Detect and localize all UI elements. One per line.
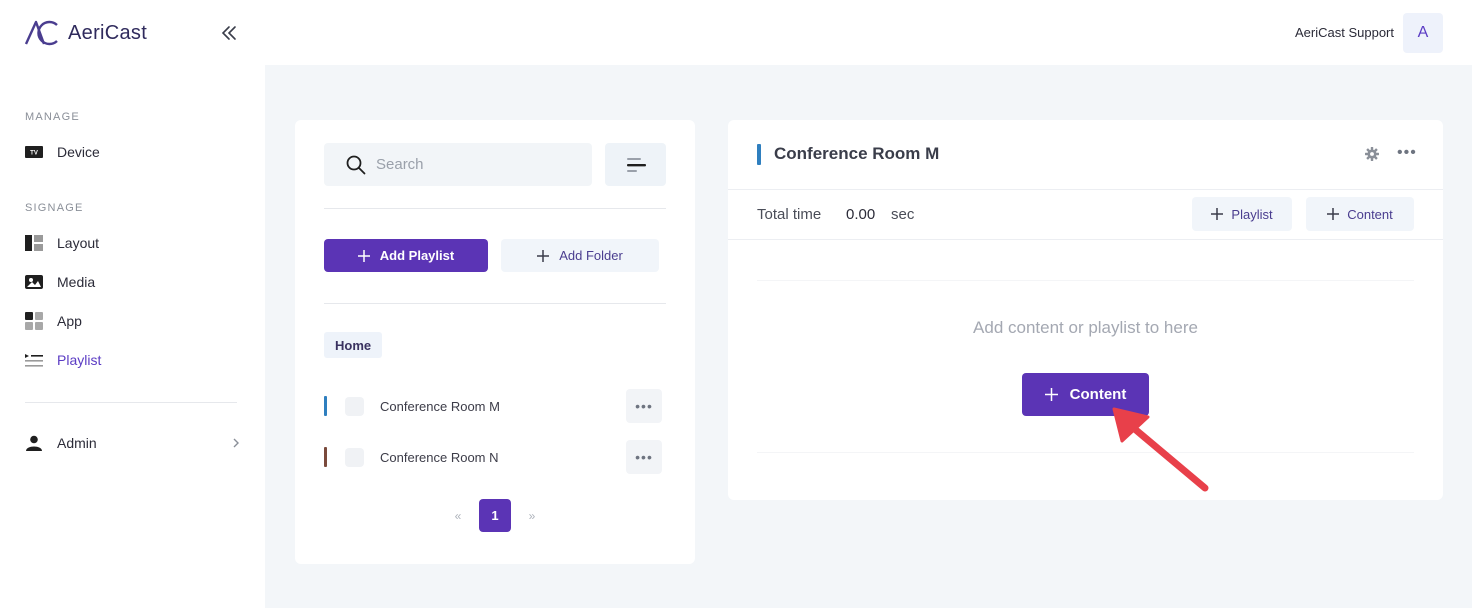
collapse-sidebar-icon[interactable] <box>218 22 240 44</box>
add-content-button[interactable]: Content <box>1306 197 1414 231</box>
divider <box>728 239 1443 240</box>
sidebar-item-media[interactable]: Media <box>25 269 240 295</box>
sidebar-item-label: App <box>57 313 82 329</box>
topbar: AeriCast Support A <box>265 0 1472 65</box>
search-box[interactable] <box>324 143 592 186</box>
playlist-title: Conference Room M <box>774 144 940 163</box>
list-item[interactable]: Conference Room M ••• <box>324 389 662 423</box>
chevron-right-icon <box>232 435 240 451</box>
divider <box>324 303 666 304</box>
add-folder-label: Add Folder <box>559 248 623 263</box>
apps-grid-icon <box>25 312 43 330</box>
sort-button[interactable] <box>605 143 666 186</box>
total-time-label: Total time <box>757 206 822 223</box>
layout-icon <box>25 234 43 252</box>
playlist-color-bar <box>757 144 761 165</box>
more-options-icon[interactable]: ••• <box>626 440 662 474</box>
page-number[interactable]: 1 <box>479 499 511 532</box>
playlist-icon <box>25 351 43 369</box>
image-icon <box>25 273 43 291</box>
plus-icon <box>1327 208 1340 220</box>
sort-lines-icon <box>626 157 646 172</box>
prev-page-button[interactable]: « <box>451 509 465 523</box>
divider <box>728 189 1443 190</box>
sidebar-item-label: Device <box>57 144 100 160</box>
brand-name: AeriCast <box>68 21 148 44</box>
plus-icon <box>1211 208 1224 220</box>
search-input[interactable] <box>376 156 576 173</box>
sidebar-item-label: Media <box>57 274 96 290</box>
content-drop-zone[interactable] <box>757 280 1414 453</box>
add-playlist-to-playlist-button[interactable]: Playlist <box>1192 197 1292 231</box>
sidebar-item-admin[interactable]: Admin <box>25 430 240 456</box>
next-page-button[interactable]: » <box>525 509 539 523</box>
divider <box>324 208 666 209</box>
svg-text:TV: TV <box>30 151 38 157</box>
more-options-icon[interactable]: ••• <box>626 389 662 423</box>
pagination: « 1 » <box>295 499 695 532</box>
plus-icon <box>357 249 370 262</box>
playlist-name[interactable]: Conference Room M <box>380 399 626 414</box>
user-name[interactable]: AeriCast Support <box>1295 25 1394 40</box>
row-checkbox[interactable] <box>345 447 364 467</box>
more-options-icon[interactable]: ••• <box>1397 144 1416 164</box>
content-button-label: Content <box>1069 386 1127 403</box>
sidebar-item-label: Layout <box>57 235 100 251</box>
gear-icon[interactable] <box>1365 147 1379 161</box>
sidebar-item-playlist[interactable]: Playlist <box>25 347 240 373</box>
playlist-color-bar <box>324 396 327 416</box>
add-playlist-label: Add Playlist <box>379 248 455 263</box>
add-folder-button[interactable]: Add Folder <box>501 239 659 272</box>
sidebar-item-app[interactable]: App <box>25 308 240 334</box>
playlist-list-panel: Add Playlist Add Folder Home Conference … <box>295 120 695 564</box>
section-label-manage: MANAGE <box>25 111 80 123</box>
row-checkbox[interactable] <box>345 396 364 416</box>
add-content-label: Content <box>1347 206 1393 222</box>
plus-icon <box>537 249 550 262</box>
breadcrumb-home[interactable]: Home <box>324 332 383 358</box>
avatar[interactable]: A <box>1403 13 1443 53</box>
sidebar-item-label: Playlist <box>57 352 102 368</box>
tv-icon: TV <box>25 143 43 161</box>
sidebar-item-label: Admin <box>57 435 97 451</box>
add-content-main-button[interactable]: Content <box>1022 373 1149 416</box>
search-icon <box>346 155 366 174</box>
sidebar-item-device[interactable]: TV Device <box>25 139 240 165</box>
playlist-color-bar <box>324 447 327 467</box>
empty-state-message: Add content or playlist to here <box>973 318 1198 337</box>
add-playlist-button[interactable]: Add Playlist <box>324 239 488 272</box>
add-playlist-label: Playlist <box>1231 206 1273 222</box>
total-time-value: 0.00 <box>846 206 876 223</box>
plus-icon <box>1044 388 1058 401</box>
playlist-detail-panel: Conference Room M ••• Total time 0.00 se… <box>728 120 1443 500</box>
total-time-unit: sec <box>891 206 915 223</box>
sidebar: AeriCast MANAGE TV Device SIGNAGE Layout… <box>0 0 265 608</box>
aericast-logo-icon <box>24 20 58 46</box>
user-icon <box>25 434 43 452</box>
sidebar-item-layout[interactable]: Layout <box>25 230 240 256</box>
brand-logo[interactable]: AeriCast <box>24 20 147 46</box>
list-item[interactable]: Conference Room N ••• <box>324 440 662 474</box>
playlist-name[interactable]: Conference Room N <box>380 450 626 465</box>
section-label-signage: SIGNAGE <box>25 202 84 214</box>
sidebar-divider <box>25 402 237 403</box>
